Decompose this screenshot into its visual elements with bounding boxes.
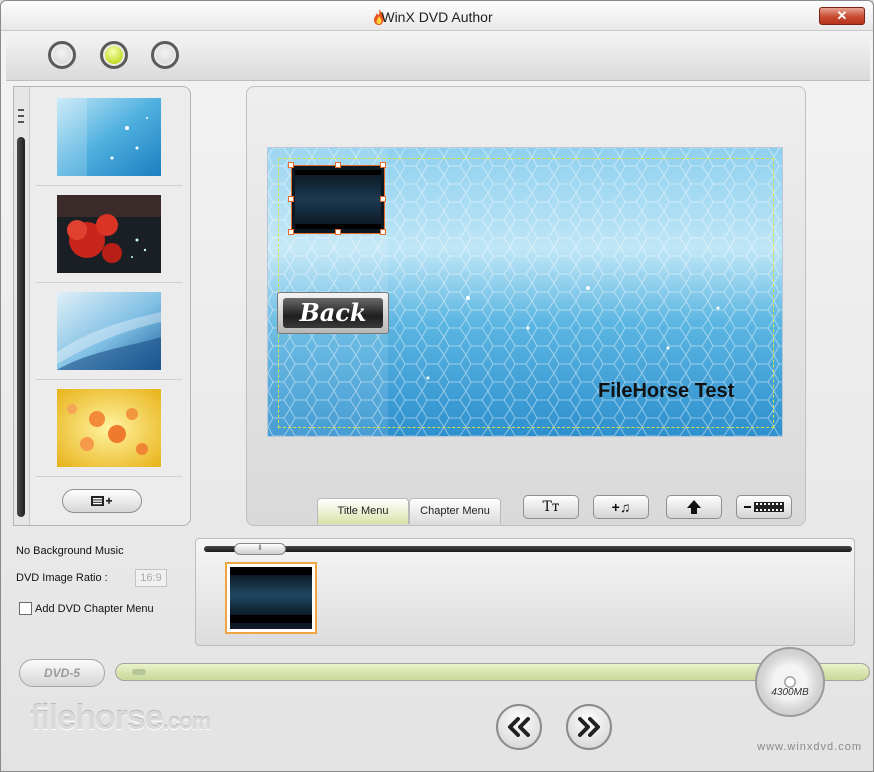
yellow-flowers-thumbnail — [57, 389, 161, 467]
tab-title-menu[interactable]: Title Menu — [317, 498, 409, 524]
double-chevron-right-icon — [578, 717, 600, 737]
background-item-yellow-flowers[interactable] — [36, 380, 182, 477]
close-button[interactable]: ✕ — [819, 7, 865, 25]
red-roses-thumbnail — [57, 195, 161, 273]
tab-chapter-menu[interactable]: Chapter Menu — [409, 498, 501, 524]
window-title: WinX DVD Author — [381, 9, 493, 25]
background-list-scrollbar[interactable] — [14, 87, 30, 525]
add-list-icon — [91, 496, 112, 506]
background-list — [36, 89, 182, 481]
remove-item-button[interactable] — [736, 495, 792, 519]
blue-sparkle-thumbnail — [57, 98, 161, 176]
step-3-button[interactable] — [151, 41, 179, 69]
resize-handle[interactable] — [288, 196, 294, 202]
resize-handle[interactable] — [288, 162, 294, 168]
filehorse-watermark: filehorse.com — [30, 699, 211, 737]
step-toolbar — [6, 31, 870, 81]
menu-settings: No Background Music DVD Image Ratio : 16… — [16, 541, 191, 631]
resize-handle[interactable] — [380, 229, 386, 235]
video-clip-thumbnail[interactable] — [225, 562, 317, 634]
bottom-bar: DVD-5 4300MB filehorse.com www.winxdvd.c… — [6, 647, 870, 768]
blue-wave-thumbnail — [57, 292, 161, 370]
clip-timeline: ll — [195, 538, 855, 646]
dvd-type-selector[interactable]: DVD-5 — [19, 659, 105, 687]
timeline-scroll-knob[interactable]: ll — [234, 543, 286, 555]
disc-usage-fill — [132, 669, 147, 675]
dvd-ratio-field[interactable]: 16:9 — [135, 569, 167, 587]
back-button-label: Back — [283, 298, 383, 328]
menu-preview-panel: Back FileHorse Test Title Menu Chapter M… — [246, 86, 806, 526]
step-2-button[interactable] — [100, 41, 128, 69]
app-window: WinX DVD Author ✕ Back FileHorse Test Ti… — [0, 0, 874, 772]
background-list-panel — [13, 86, 191, 526]
add-chapter-menu-label[interactable]: Add DVD Chapter Menu — [35, 603, 154, 615]
add-background-button[interactable] — [62, 489, 142, 513]
video-thumbnail-button[interactable] — [288, 162, 386, 235]
minus-film-icon — [744, 502, 784, 512]
next-step-button[interactable] — [566, 704, 612, 750]
background-item-red-roses[interactable] — [36, 186, 182, 283]
resize-handle[interactable] — [288, 229, 294, 235]
disc-icon: 4300MB — [755, 647, 825, 717]
title-bar: WinX DVD Author ✕ — [1, 1, 873, 31]
step-1-button[interactable] — [48, 41, 76, 69]
website-link[interactable]: www.winxdvd.com — [757, 741, 862, 753]
previous-step-button[interactable] — [496, 704, 542, 750]
timeline-scrollbar[interactable]: ll — [204, 543, 852, 555]
resize-handle[interactable] — [335, 162, 341, 168]
dvd-ratio-label: DVD Image Ratio : — [16, 572, 108, 584]
resize-handle[interactable] — [380, 162, 386, 168]
scroll-thumb[interactable] — [17, 137, 25, 517]
add-text-button[interactable]: Tт — [523, 495, 579, 519]
move-up-button[interactable] — [666, 495, 722, 519]
menu-tab-bar: Title Menu Chapter Menu Tт +♫ — [247, 495, 805, 526]
back-menu-button[interactable]: Back — [277, 292, 389, 334]
background-item-blue-wave[interactable] — [36, 283, 182, 380]
menu-title-text[interactable]: FileHorse Test — [598, 380, 734, 403]
resize-handle[interactable] — [380, 196, 386, 202]
background-music-label[interactable]: No Background Music — [16, 545, 124, 557]
add-music-button[interactable]: +♫ — [593, 495, 649, 519]
resize-handle[interactable] — [335, 229, 341, 235]
disc-capacity-label: 4300MB — [771, 687, 809, 698]
arrow-up-icon — [687, 500, 701, 514]
add-chapter-menu-checkbox[interactable] — [19, 602, 32, 615]
background-item-blue-sparkle[interactable] — [36, 89, 182, 186]
menu-preview-canvas[interactable]: Back FileHorse Test — [267, 147, 783, 437]
double-chevron-left-icon — [508, 717, 530, 737]
